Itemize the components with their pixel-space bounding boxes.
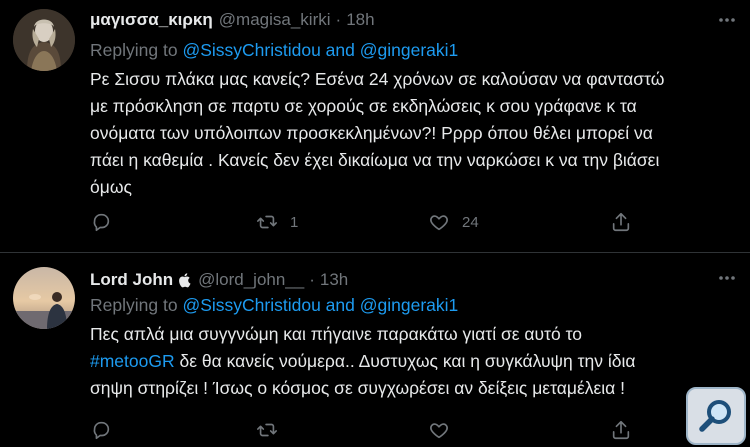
retweet-icon [257,423,277,437]
apple-icon [178,272,192,288]
magnifier-button[interactable] [686,387,746,445]
replying-prefix: Replying to [90,40,178,60]
mention-link[interactable]: @SissyChristidou [182,40,320,60]
magnifier-icon [699,400,731,432]
avatar[interactable] [13,9,75,71]
reply-icon [93,213,110,232]
tweet-actions: 1 24 [90,207,650,237]
replying-prefix: Replying to [90,295,178,315]
retweet-button[interactable]: 1 [256,207,298,237]
more-options-icon[interactable] [716,9,738,31]
tweet-lord-john[interactable]: Lord John @lord_john__ · 13h Replying to… [0,253,750,447]
share-button[interactable] [610,415,632,445]
user-handle[interactable]: @lord_john__ [198,270,304,290]
mention-link[interactable]: @SissyChristidou [182,295,320,315]
tweet-text-line: όμως [90,177,132,197]
separator-dot: · [335,10,342,29]
like-button[interactable]: 24 [428,207,479,237]
tweet-header: Lord John @lord_john__ · 13h [90,267,348,293]
more-options-icon[interactable] [716,267,738,289]
tweet-text-fragment: δε θα κανείς νούμερα.. Δυστυχως και η συ… [174,351,636,371]
reply-icon [93,421,110,440]
tweet-text-line: Πες απλά μια συγγνώμη και πήγαινε παρακά… [90,324,583,344]
avatar[interactable] [13,267,75,329]
tweet-text-line: με πρόσκληση σε παρτυ σε χορούς σε εκδηλ… [90,96,637,116]
replying-to: Replying to @SissyChristidou and @ginger… [90,40,458,61]
retweet-icon [257,215,277,229]
replying-to: Replying to @SissyChristidou and @ginger… [90,295,458,316]
tweet-actions [90,415,650,445]
like-button[interactable] [428,415,450,445]
tweet-text-line: σηψη στηρίζει ! Ίσως ο κόσμος σε συγχωρέ… [90,378,626,398]
display-name[interactable]: Lord John [90,270,173,290]
share-icon [612,212,630,232]
mention-link[interactable]: @gingeraki1 [360,40,459,60]
user-handle[interactable]: @magisa_kirki [219,10,331,30]
display-name[interactable]: μαγισσα_κιρκη [90,10,213,30]
hashtag-link[interactable]: #metooGR [90,351,175,371]
tweet-kirki[interactable]: μαγισσα_κιρκη @magisa_kirki · 18h Replyi… [0,0,750,252]
reply-button[interactable] [90,415,112,445]
tweet-text: Πες απλά μια συγγνώμη και πήγαινε παρακά… [90,321,735,402]
share-icon [612,420,630,440]
separator-dot: · [309,270,315,289]
tweet-text-line: #metooGR δε θα κανείς νούμερα.. Δυστυχως… [90,348,735,375]
mention-and[interactable]: and [326,40,355,60]
tweet-text: Ρε Σισσυ πλάκα μας κανείς? Εσένα 24 χρόν… [90,66,735,201]
like-count: 24 [462,213,479,231]
tweet-text-line: Ρε Σισσυ πλάκα μας κανείς? Εσένα 24 χρόν… [90,69,665,89]
retweet-count: 1 [290,213,299,231]
timestamp[interactable]: 13h [320,270,348,290]
avatar-image [13,9,75,71]
reply-button[interactable] [90,207,112,237]
tweet-header: μαγισσα_κιρκη @magisa_kirki · 18h [90,7,375,33]
share-button[interactable] [610,207,632,237]
tweet-text-line: ονόματα των υπόλοιπων προσκεκλημένων?! Ρ… [90,123,653,143]
heart-icon [430,215,448,231]
mention-link[interactable]: @gingeraki1 [360,295,459,315]
mention-and[interactable]: and [326,295,355,315]
timestamp[interactable]: 18h [346,10,374,30]
tweet-text-line: πάει η καθεμία . Κανείς δεν έχει δικαίωμ… [90,150,660,170]
retweet-button[interactable] [256,415,278,445]
heart-icon [430,423,448,439]
avatar-image [13,267,75,329]
